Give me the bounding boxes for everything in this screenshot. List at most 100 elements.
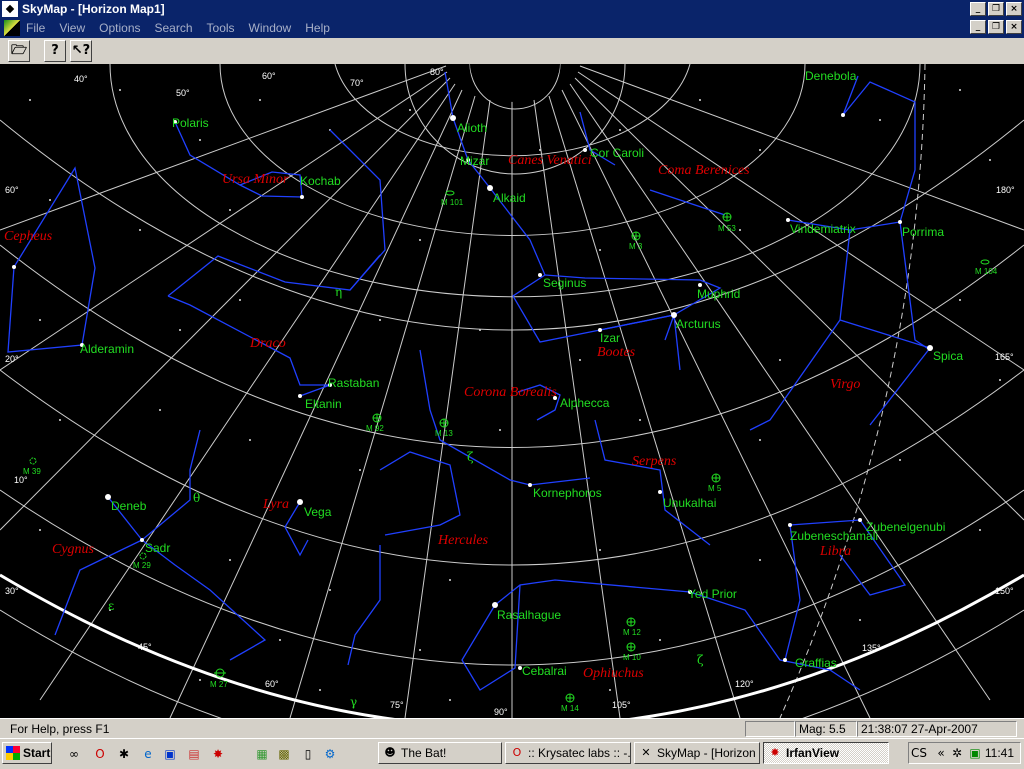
language-icon[interactable]: CS bbox=[911, 745, 927, 761]
deep-sky-label[interactable]: M 3 bbox=[629, 242, 643, 251]
constellation-label[interactable]: Canes Venatici bbox=[508, 153, 592, 168]
sky-map[interactable]: 40° 50° 60° 70° 80° 60° 180° 20° 165° 10… bbox=[0, 64, 1024, 718]
star-label[interactable]: Alphecca bbox=[560, 396, 610, 410]
constellation-label[interactable]: Ophiuchus bbox=[583, 666, 644, 681]
app-icon[interactable] bbox=[2, 1, 18, 17]
constellation-label[interactable]: Hercules bbox=[437, 533, 489, 548]
star-label[interactable]: Mizar bbox=[460, 154, 489, 168]
constellation-label[interactable]: Lyra bbox=[262, 497, 289, 512]
star-label[interactable]: Cor Caroli bbox=[590, 146, 644, 160]
star-label[interactable]: Yed Prior bbox=[688, 587, 737, 601]
star-label[interactable]: Zubeneschamali bbox=[790, 529, 878, 543]
menu-window[interactable]: Window bbox=[249, 21, 292, 35]
context-help-icon[interactable]: ↖? bbox=[70, 40, 92, 62]
settings-quick-icon[interactable]: ⚙ bbox=[322, 746, 338, 762]
close-button[interactable]: × bbox=[1006, 2, 1022, 16]
star-label[interactable]: Graffias bbox=[795, 656, 837, 670]
deep-sky-label[interactable]: M 104 bbox=[975, 267, 998, 276]
title-bar[interactable]: SkyMap - [Horizon Map1] _ ❐ × bbox=[0, 0, 1024, 18]
constellation-label[interactable]: Libra bbox=[819, 544, 851, 559]
menu-options[interactable]: Options bbox=[99, 21, 140, 35]
star-label[interactable]: Spica bbox=[933, 349, 963, 363]
star-label[interactable]: Sadr bbox=[145, 541, 170, 555]
constellation-label[interactable]: Bootes bbox=[597, 345, 636, 360]
horizon-map-canvas[interactable]: 40° 50° 60° 70° 80° 60° 180° 20° 165° 10… bbox=[0, 64, 1024, 718]
star-label[interactable]: Eltanin bbox=[305, 397, 342, 411]
star-label[interactable]: Unukalhai bbox=[663, 496, 716, 510]
doc-minimize-button[interactable]: _ bbox=[970, 20, 986, 34]
bat-icon[interactable]: ✱ bbox=[116, 746, 132, 762]
restore-button[interactable]: ❐ bbox=[988, 2, 1004, 16]
deep-sky-label[interactable]: M 14 bbox=[561, 704, 579, 713]
star-label[interactable]: Cebalrai bbox=[522, 664, 567, 678]
star-label[interactable]: Rastaban bbox=[328, 376, 379, 390]
deep-sky-label[interactable]: M 39 bbox=[23, 467, 41, 476]
constellation-label[interactable]: Serpens bbox=[632, 454, 677, 469]
tray-app-icon[interactable]: ✲ bbox=[949, 745, 965, 761]
opera-icon[interactable]: O bbox=[92, 746, 108, 762]
start-button[interactable]: Start bbox=[2, 742, 52, 764]
star-label[interactable]: Polaris bbox=[172, 116, 209, 130]
greek-label: η bbox=[335, 285, 342, 299]
constellation-label[interactable]: Ursa Minor bbox=[222, 172, 289, 187]
star-label[interactable]: Arcturus bbox=[676, 317, 721, 331]
menu-help[interactable]: Help bbox=[305, 21, 330, 35]
doc-close-button[interactable]: × bbox=[1006, 20, 1022, 34]
deep-sky-label[interactable]: M 101 bbox=[441, 198, 464, 207]
deep-sky-label[interactable]: M 29 bbox=[133, 561, 151, 570]
ie-icon[interactable]: e bbox=[140, 746, 156, 762]
task-label: :: Krysatec labs :: -... bbox=[528, 746, 631, 760]
deep-sky-label[interactable]: M 92 bbox=[366, 424, 384, 433]
star-label[interactable]: Kornephoros bbox=[533, 486, 602, 500]
tool-icon[interactable]: ▩ bbox=[276, 746, 292, 762]
star-label[interactable]: Alioth bbox=[457, 121, 487, 135]
star-label[interactable]: Vindemiatrix bbox=[790, 222, 856, 236]
irfanview-quick-icon[interactable]: ✸ bbox=[210, 746, 226, 762]
star-label[interactable]: Porrima bbox=[902, 225, 944, 239]
constellation-label[interactable]: Corona Borealis bbox=[464, 385, 557, 400]
help-icon[interactable]: ? bbox=[44, 40, 66, 62]
menu-view[interactable]: View bbox=[59, 21, 85, 35]
constellation-label[interactable]: Virgo bbox=[830, 377, 860, 392]
star-label[interactable]: Denebola bbox=[805, 69, 857, 83]
deep-sky-label[interactable]: M 5 bbox=[708, 484, 722, 493]
menu-tools[interactable]: Tools bbox=[207, 21, 235, 35]
task-skymap[interactable]: ✕ SkyMap - [Horizon ... bbox=[634, 742, 760, 764]
tray-arrow-icon[interactable]: « bbox=[933, 745, 949, 761]
app-quick-icon[interactable]: ▤ bbox=[186, 746, 202, 762]
star-label[interactable]: Izar bbox=[600, 331, 620, 345]
disk-icon[interactable]: ▣ bbox=[162, 746, 178, 762]
deep-sky-label[interactable]: M 13 bbox=[435, 429, 453, 438]
star-label[interactable]: Deneb bbox=[111, 499, 147, 513]
tray-green-icon[interactable]: ▣ bbox=[967, 745, 983, 761]
star-label[interactable]: Kochab bbox=[300, 174, 341, 188]
constellation-label[interactable]: Cepheus bbox=[4, 229, 53, 244]
task-the-bat[interactable]: ☻ The Bat! bbox=[378, 742, 502, 764]
star-label[interactable]: Vega bbox=[304, 505, 332, 519]
star-label[interactable]: Alkaid bbox=[493, 191, 526, 205]
document-icon[interactable] bbox=[4, 20, 20, 36]
doc-restore-button[interactable]: ❐ bbox=[988, 20, 1004, 34]
minimize-button[interactable]: _ bbox=[970, 2, 986, 16]
deep-sky-label[interactable]: M 53 bbox=[718, 224, 736, 233]
constellation-label[interactable]: Cygnus bbox=[52, 542, 95, 557]
book-icon[interactable]: ▯ bbox=[300, 746, 316, 762]
star-label[interactable]: Alderamin bbox=[80, 342, 134, 356]
menu-search[interactable]: Search bbox=[155, 21, 193, 35]
star-label[interactable]: Muphrid bbox=[697, 287, 740, 301]
folder-open-icon[interactable]: 🗁 bbox=[8, 40, 30, 62]
package-icon[interactable]: ▦ bbox=[254, 746, 270, 762]
quicklaunch-icon[interactable]: ∞ bbox=[66, 746, 82, 762]
task-irfanview[interactable]: ✸ IrfanView bbox=[763, 742, 889, 764]
degree-label: 60° bbox=[265, 679, 279, 689]
star-label[interactable]: Rasalhague bbox=[497, 608, 561, 622]
constellation-label[interactable]: Draco bbox=[249, 336, 286, 351]
constellation-label[interactable]: Coma Berenices bbox=[658, 163, 750, 178]
deep-sky-label[interactable]: M 10 bbox=[623, 653, 641, 662]
star-label[interactable]: Seginus bbox=[543, 276, 586, 290]
deep-sky-label[interactable]: M 27 bbox=[210, 680, 228, 689]
deep-sky-label[interactable]: M 12 bbox=[623, 628, 641, 637]
task-krysatec[interactable]: O :: Krysatec labs :: -... bbox=[505, 742, 631, 764]
clock[interactable]: 11:41 bbox=[985, 746, 1014, 760]
menu-file[interactable]: File bbox=[26, 21, 45, 35]
